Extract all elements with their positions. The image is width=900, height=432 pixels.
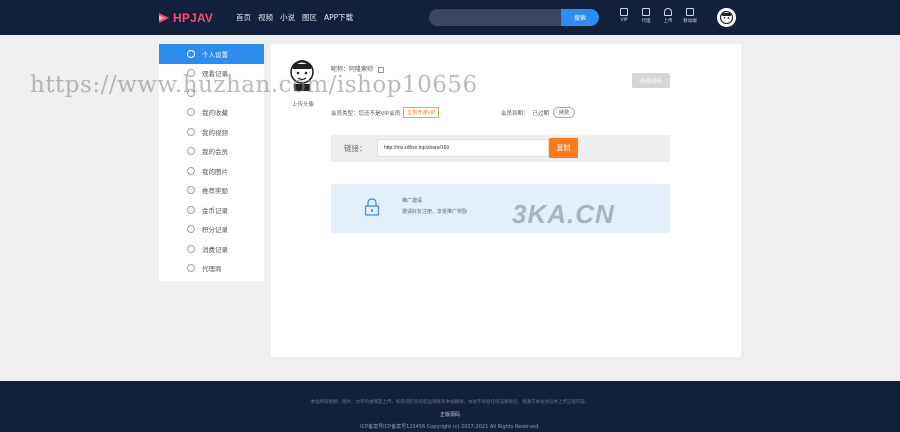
logo[interactable]: HPJAV xyxy=(158,10,213,26)
sidebar-item-label: 我的视频 xyxy=(202,128,228,137)
nav-home[interactable]: 首页 xyxy=(236,12,251,23)
search-bar: 搜索 xyxy=(429,9,599,26)
lock-icon xyxy=(364,198,380,216)
sidebar-item-videos[interactable]: 我的视频 xyxy=(159,122,264,142)
image-icon xyxy=(187,166,195,175)
expire-label: 会员到期： xyxy=(501,110,529,117)
top-icon-group: VIP 代理 上传 移动端 xyxy=(616,8,698,24)
brand-watermark: 3KA.CN xyxy=(512,199,615,229)
top-upload[interactable]: 上传 xyxy=(660,8,676,24)
search-button[interactable]: 搜索 xyxy=(561,9,599,26)
url-watermark: https://www.huzhan.com/ishop10656 xyxy=(30,72,478,98)
expire-value: 已过期 xyxy=(532,110,550,117)
agent-icon xyxy=(187,264,195,273)
user-avatar[interactable] xyxy=(717,8,736,27)
footer-copyright: ICP备案号ICP备案号123456 Copyright (c) 2017-20… xyxy=(360,424,540,430)
share-link-input[interactable] xyxy=(377,139,549,157)
member-type-line: 会员类型：您还不是VIP会员 立刻开通VIP xyxy=(331,107,440,118)
nav-videos[interactable]: 视频 xyxy=(258,12,273,23)
sidebar-item-settings[interactable]: 个人设置 xyxy=(159,44,264,64)
sidebar-item-label: 我的会员 xyxy=(202,148,228,157)
search-input[interactable] xyxy=(435,11,555,24)
coin-icon xyxy=(187,205,195,214)
top-mobile[interactable]: 移动端 xyxy=(682,8,698,24)
nav-app-download[interactable]: APP下载 xyxy=(324,12,353,23)
main-nav: 首页 视频 小说 图区 APP下载 xyxy=(236,12,353,23)
agent-icon xyxy=(642,8,650,16)
gift-icon xyxy=(187,186,195,195)
top-agent[interactable]: 代理 xyxy=(638,8,654,24)
top-upload-label: 上传 xyxy=(663,19,673,24)
sidebar-item-rewards[interactable]: 推荐奖励 xyxy=(159,181,264,201)
sidebar-item-label: 消费记录 xyxy=(202,245,228,254)
user-icon xyxy=(187,49,195,58)
top-vip[interactable]: VIP xyxy=(616,8,632,24)
vip-card-icon xyxy=(187,147,195,156)
nav-images[interactable]: 图区 xyxy=(302,12,317,23)
sidebar-item-points[interactable]: 积分记录 xyxy=(159,220,264,240)
receipt-icon xyxy=(187,244,195,253)
member-expire-line: 会员到期： 已过期 续费 xyxy=(501,107,576,118)
sidebar-item-purchases[interactable]: 消费记录 xyxy=(159,239,264,259)
sidebar-item-membership[interactable]: 我的会员 xyxy=(159,142,264,162)
share-link-label: 链接： xyxy=(344,144,367,153)
sidebar-item-label: 我的收藏 xyxy=(202,109,228,118)
nav-novels[interactable]: 小说 xyxy=(280,12,295,23)
sidebar-item-images[interactable]: 我的图片 xyxy=(159,161,264,181)
edit-profile-button[interactable]: 修改资料 xyxy=(632,73,670,88)
qrcode-icon xyxy=(686,8,694,16)
invite-title: 推广邀请 xyxy=(402,198,423,204)
sidebar-item-label: 金币记录 xyxy=(202,206,228,215)
sidebar-item-favorites[interactable]: 我的收藏 xyxy=(159,103,264,123)
upload-avatar-label[interactable]: 上传头像 xyxy=(292,100,314,108)
sidebar-item-label: 积分记录 xyxy=(202,226,228,235)
top-mobile-label: 移动端 xyxy=(683,19,697,24)
top-navbar: HPJAV 首页 视频 小说 图区 APP下载 搜索 VIP 代理 上传 移动端 xyxy=(0,0,900,35)
footer-link[interactable]: 正版源码 xyxy=(0,411,900,418)
copy-button[interactable]: 复制 xyxy=(549,138,578,158)
renew-button[interactable]: 续费 xyxy=(553,107,576,118)
star-icon xyxy=(187,108,195,117)
sidebar-item-label: 我的图片 xyxy=(202,167,228,176)
member-type-text: 会员类型：您还不是VIP会员 xyxy=(331,110,401,117)
open-vip-button[interactable]: 立刻开通VIP xyxy=(403,107,440,118)
vip-icon xyxy=(620,8,628,16)
sidebar-item-agent[interactable]: 代理商 xyxy=(159,259,264,279)
top-agent-label: 代理 xyxy=(641,19,651,24)
sidebar-item-coins[interactable]: 金币记录 xyxy=(159,200,264,220)
sidebar-item-label: 个人设置 xyxy=(202,50,228,59)
footer-disclaimer: 本站所有视频、图片、文字均由网友上传，如有侵犯您的权益请联系本站删除，本站不承担… xyxy=(310,400,590,405)
video-icon xyxy=(187,127,195,136)
points-icon xyxy=(187,225,195,234)
invite-box: 推广邀请 邀请好友注册，享受推广奖励 xyxy=(331,184,670,233)
sidebar-item-label: 推荐奖励 xyxy=(202,187,228,196)
invite-description: 邀请好友注册，享受推广奖励 xyxy=(402,209,468,215)
share-link-box: 链接： 复制 xyxy=(331,135,670,162)
logo-text: HPJAV xyxy=(173,11,214,25)
play-logo-icon xyxy=(159,13,169,23)
footer: 本站所有视频、图片、文字均由网友上传，如有侵犯您的权益请联系本站删除，本站不承担… xyxy=(0,381,900,432)
sidebar-item-label: 代理商 xyxy=(202,265,222,274)
upload-icon xyxy=(664,8,672,16)
top-vip-label: VIP xyxy=(620,18,628,23)
